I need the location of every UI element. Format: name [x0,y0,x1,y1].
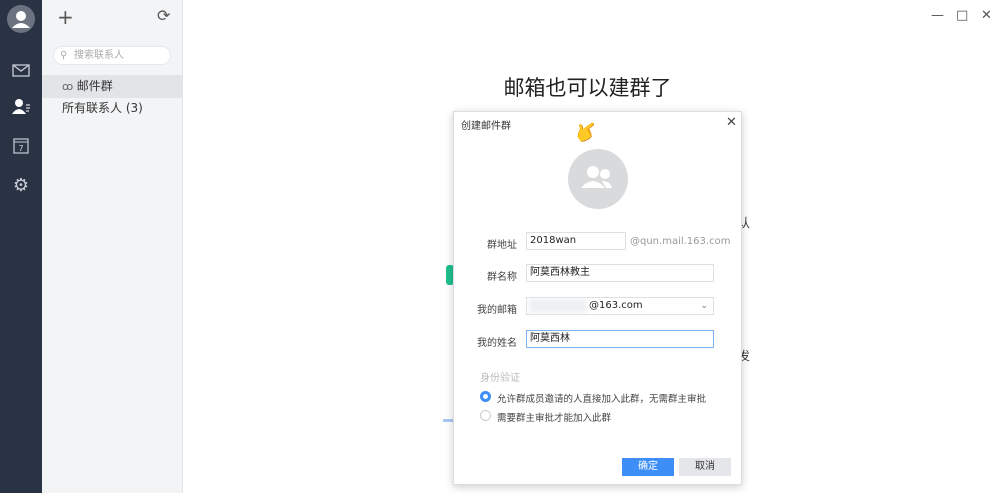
mail-icon[interactable] [11,60,31,80]
group-avatar-icon [581,166,612,188]
chevron-down-icon: ⌄ [700,301,708,311]
dialog-title: 创建邮件群 [461,121,511,132]
email-select[interactable]: @163.com ⌄ [526,297,714,315]
close-window-button[interactable]: ✕ [981,8,992,23]
create-group-dialog: 创建邮件群 ✕ 👉 群地址 2018wan @qun.mail.163.com … [453,111,742,485]
email-label: 我的邮箱 [477,305,517,316]
address-input[interactable]: 2018wan [526,232,626,250]
radio-direct-join[interactable] [480,391,491,402]
list-item-all-contacts[interactable]: 所有联系人 (3) [42,97,183,120]
cancel-button[interactable]: 取消 [679,458,731,476]
add-icon[interactable]: + [57,5,74,29]
close-icon[interactable]: ✕ [726,115,737,130]
my-name-label: 我的姓名 [477,338,517,349]
redacted-blur [529,299,587,313]
my-name-input[interactable]: 阿莫西林 [526,330,714,348]
address-label: 群地址 [487,240,517,251]
group-avatar[interactable] [568,149,628,209]
radio-require-approval[interactable] [480,410,491,421]
radio-label: 需要群主审批才能加入此群 [497,413,612,424]
refresh-icon[interactable]: ⟳ [157,6,170,25]
group-name-input[interactable]: 阿莫西林教主 [526,264,714,282]
search-placeholder: 搜索联系人 [74,50,124,61]
pointer-cursor-icon: 👉 [569,115,604,149]
address-suffix: @qun.mail.163.com [630,236,731,247]
radio-label: 允许群成员邀请的人直接加入此群，无需群主审批 [497,394,707,405]
list-item-mail-group[interactable]: ꝏ 邮件群 [42,75,183,98]
verify-heading: 身份验证 [480,373,520,384]
avatar[interactable] [7,5,35,33]
contacts-panel: + ⟳ ⚲ 搜索联系人 ꝏ 邮件群 所有联系人 (3) [42,0,183,493]
nav-sidebar: 7 ⚙ [0,0,42,493]
calendar-day: 7 [18,144,23,153]
search-icon: ⚲ [60,50,68,61]
maximize-button[interactable]: □ [956,8,968,23]
minimize-button[interactable]: — [931,8,944,23]
contacts-icon[interactable] [11,97,31,117]
page-title: 邮箱也可以建群了 [503,76,672,100]
list-item-label: 所有联系人 (3) [62,101,143,115]
list-item-label: 邮件群 [76,79,113,93]
settings-icon[interactable]: ⚙ [11,176,31,196]
confirm-button[interactable]: 确定 [622,458,674,476]
group-icon: ꝏ [62,80,77,93]
email-value: @163.com [589,300,643,311]
calendar-icon[interactable]: 7 [11,136,31,156]
group-name-label: 群名称 [487,272,517,283]
avatar-icon [12,11,30,28]
search-input[interactable]: ⚲ 搜索联系人 [53,46,171,65]
